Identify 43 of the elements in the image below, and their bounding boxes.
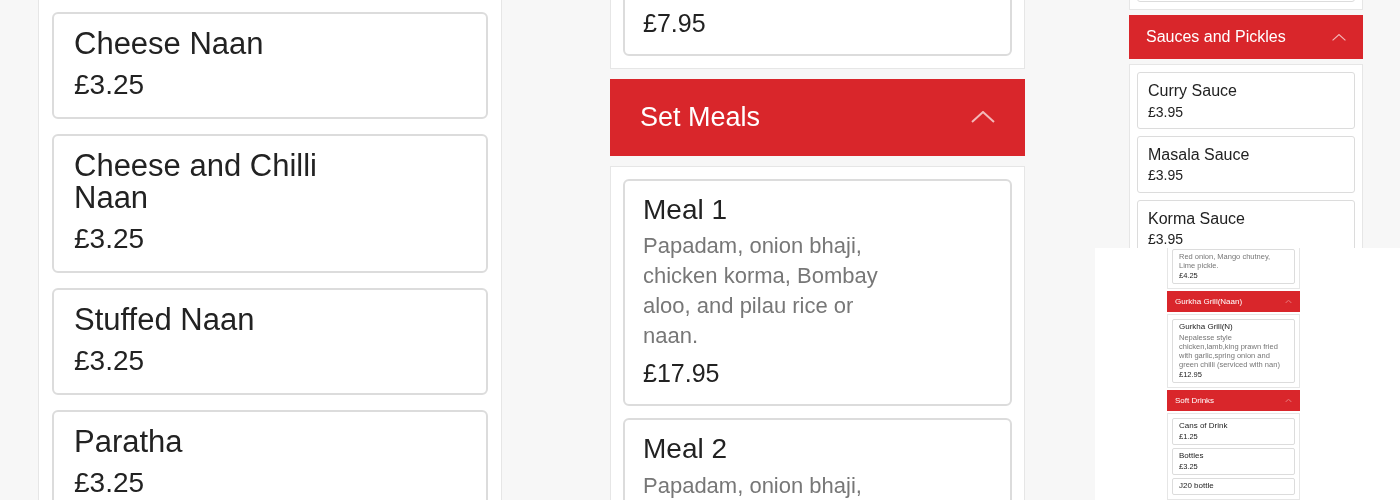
- item-price: £17.95: [643, 358, 721, 390]
- item-name: Curry Sauce: [1148, 81, 1238, 101]
- item-description: Papadam, onion bhaji, chicken korma, Bombay aloo, and pilau rice or naan.: [643, 232, 879, 351]
- item-description: Papadam, onion bhaji,: [643, 471, 863, 500]
- item-name: Masala Sauce: [1148, 144, 1251, 165]
- item-name: Cheese and Chilli Naan: [74, 149, 318, 216]
- chevron-up-icon[interactable]: [971, 111, 995, 123]
- item-price: £3.25: [74, 465, 146, 500]
- menu-card[interactable]: £7.95: [623, 0, 1012, 56]
- section-header[interactable]: Sauces and Pickles: [1129, 15, 1363, 59]
- menu-card[interactable]: Stuffed Naan £3.25: [52, 288, 488, 396]
- item-price: £3.95: [1148, 230, 1185, 248]
- item-price: £7.95: [643, 8, 707, 39]
- section-header[interactable]: Gurkha Grill(Naan): [1167, 290, 1300, 312]
- item-price: £3.95: [1148, 166, 1185, 185]
- item-price: £3.25: [74, 67, 146, 102]
- item-name: Stuffed Naan: [74, 304, 256, 337]
- item-name: Cheese Naan: [74, 28, 265, 61]
- section-header[interactable]: Set Meals: [610, 78, 1025, 156]
- item-name: Cans of Drink: [1179, 420, 1229, 432]
- item-name: Meal 1: [643, 194, 729, 226]
- item-name: Paratha: [74, 426, 184, 459]
- chevron-up-icon[interactable]: [1285, 299, 1292, 303]
- chevron-up-icon[interactable]: [1285, 398, 1292, 403]
- menu-card[interactable]: Meal 1 Papadam, onion bhaji, chicken korma, Bombay aloo, and pilau rice or naan. £17.95: [623, 178, 1012, 406]
- item-name: Meal 2: [643, 433, 729, 465]
- menu-card[interactable]: Curry Sauce £3.95: [1137, 72, 1355, 129]
- item-price: £3.25: [74, 222, 146, 257]
- menu-card[interactable]: Korma Sauce £3.95: [1137, 199, 1355, 248]
- menu-card[interactable]: J20 bottle: [1172, 478, 1295, 495]
- menu-card[interactable]: Cheese Naan £3.25: [52, 12, 488, 119]
- menu-card[interactable]: Paratha £3.25: [52, 410, 488, 500]
- menu-card[interactable]: Meal 2 Papadam, onion bhaji,: [623, 417, 1012, 500]
- item-price: £3.25: [74, 343, 146, 378]
- item-name: J20 bottle: [1179, 481, 1215, 492]
- item-name: Bottles: [1179, 451, 1205, 462]
- item-price: £3.95: [1148, 102, 1185, 121]
- menu-card[interactable]: Masala Sauce £3.95: [1137, 135, 1355, 193]
- chevron-up-icon[interactable]: [1332, 33, 1346, 41]
- section-header[interactable]: Soft Drinks: [1167, 389, 1300, 411]
- item-name: Korma Sauce: [1148, 208, 1246, 229]
- menu-card[interactable]: Cheese and Chilli Naan £3.25: [52, 133, 488, 274]
- item-name: Gurkha Grill(N): [1179, 321, 1234, 333]
